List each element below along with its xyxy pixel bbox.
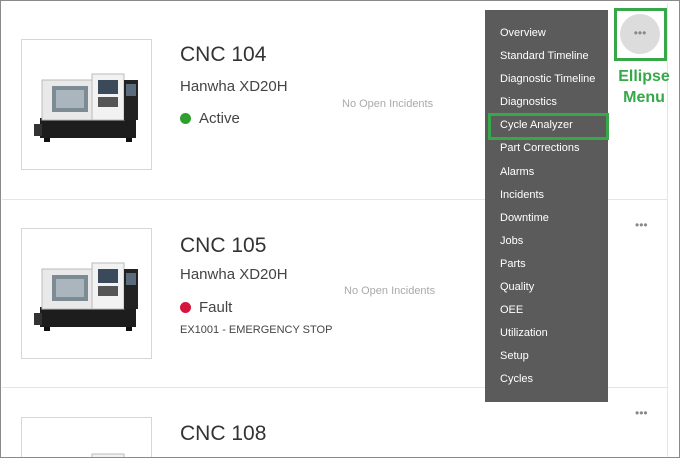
machine-list-screen: CNC 104 Hanwha XD20H Active No Open Inci… bbox=[0, 0, 680, 458]
machine-model: Hanwha XD20H bbox=[180, 266, 288, 283]
annotation-callout: Ellipse Menu bbox=[608, 66, 679, 108]
menu-item-diagnostic-timeline[interactable]: Diagnostic Timeline bbox=[485, 70, 608, 93]
machine-status: Fault bbox=[180, 299, 232, 316]
ellipsis-menu-icon[interactable]: ••• bbox=[635, 219, 648, 231]
machine-name[interactable]: CNC 108 bbox=[180, 422, 266, 446]
status-label: Active bbox=[199, 110, 240, 127]
menu-item-alarms[interactable]: Alarms bbox=[485, 163, 608, 186]
machine-image bbox=[21, 417, 152, 457]
menu-item-jobs[interactable]: Jobs bbox=[485, 232, 608, 255]
machine-model: Hanwha XD20H bbox=[180, 78, 288, 95]
annotation-highlight-box bbox=[614, 8, 667, 61]
machine-name[interactable]: CNC 104 bbox=[180, 43, 266, 67]
open-incidents-text: No Open Incidents bbox=[342, 98, 434, 110]
menu-item-incidents[interactable]: Incidents bbox=[485, 186, 608, 209]
open-incidents-text: No Open Incidents bbox=[344, 285, 436, 297]
machine-image bbox=[21, 39, 152, 170]
machine-image bbox=[21, 228, 152, 359]
status-fault-icon bbox=[180, 302, 191, 313]
menu-item-oee[interactable]: OEE bbox=[485, 301, 608, 324]
machine-name[interactable]: CNC 105 bbox=[180, 234, 266, 258]
menu-item-utilization[interactable]: Utilization bbox=[485, 324, 608, 347]
annotation-line-1: Ellipse bbox=[618, 68, 670, 85]
menu-item-parts[interactable]: Parts bbox=[485, 255, 608, 278]
fault-code: EX1001 - EMERGENCY STOP bbox=[180, 324, 333, 336]
status-active-icon bbox=[180, 113, 191, 124]
menu-item-downtime[interactable]: Downtime bbox=[485, 209, 608, 232]
menu-item-setup[interactable]: Setup bbox=[485, 347, 608, 370]
ellipsis-menu-icon[interactable]: ••• bbox=[635, 407, 648, 419]
menu-item-cycles[interactable]: Cycles bbox=[485, 370, 608, 393]
menu-item-quality[interactable]: Quality bbox=[485, 278, 608, 301]
annotation-line-2: Menu bbox=[623, 89, 665, 106]
status-label: Fault bbox=[199, 299, 233, 316]
menu-item-standard-timeline[interactable]: Standard Timeline bbox=[485, 47, 608, 70]
menu-item-overview[interactable]: Overview bbox=[485, 24, 608, 47]
machine-actions-menu: Overview Standard Timeline Diagnostic Ti… bbox=[485, 10, 609, 402]
menu-item-cycle-analyzer[interactable]: Cycle Analyzer bbox=[485, 113, 609, 141]
machine-status: Active bbox=[180, 110, 240, 127]
menu-item-part-corrections[interactable]: Part Corrections bbox=[485, 139, 608, 162]
